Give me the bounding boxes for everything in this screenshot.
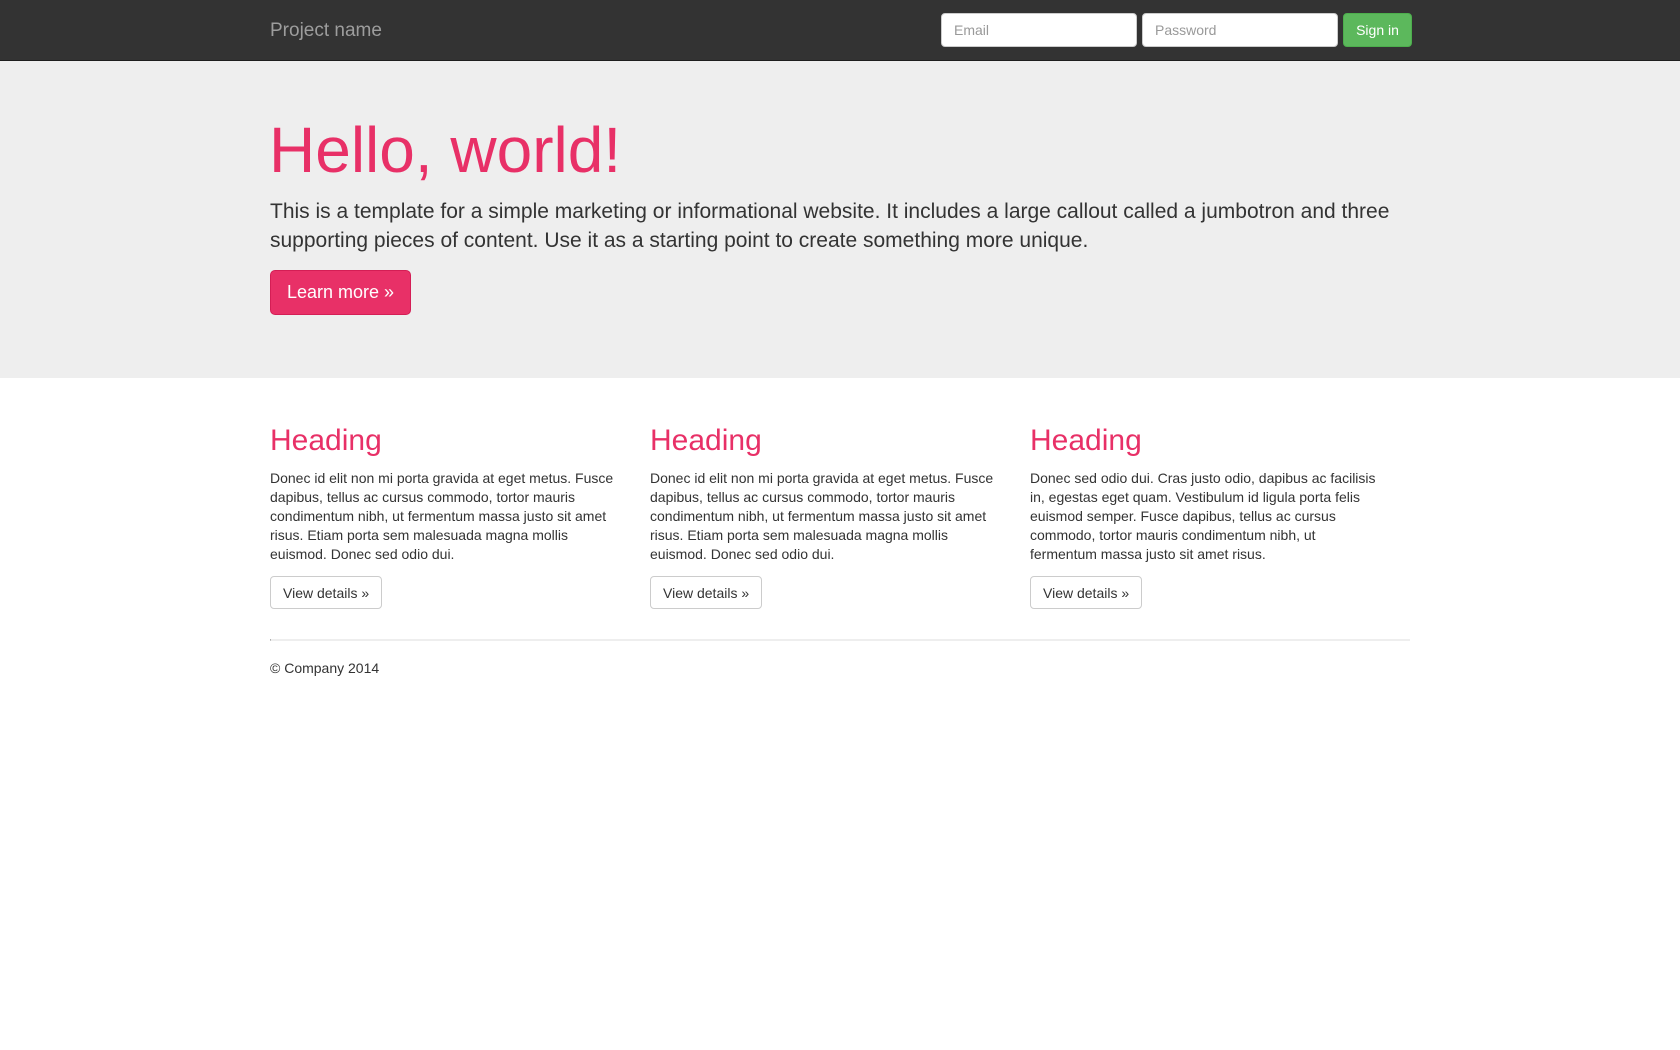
view-details-button[interactable]: View details » bbox=[650, 576, 763, 609]
footer-copyright: © Company 2014 bbox=[270, 660, 380, 676]
view-details-button[interactable]: View details » bbox=[1030, 576, 1143, 609]
jumbotron-title: Hello, world! bbox=[269, 114, 622, 186]
jumbotron-lead: This is a template for a simple marketin… bbox=[270, 200, 1390, 252]
content-column: Heading Donec sed odio dui. Cras justo o… bbox=[1030, 424, 1410, 609]
column-heading: Heading bbox=[270, 424, 382, 457]
column-text: Donec id elit non mi porta gravida at eg… bbox=[270, 470, 614, 562]
content-column: Heading Donec id elit non mi porta gravi… bbox=[650, 424, 1030, 609]
signin-form: Sign in bbox=[941, 13, 1412, 47]
email-input[interactable] bbox=[941, 13, 1137, 47]
top-navbar: Project name Sign in bbox=[0, 0, 1680, 61]
brand-link[interactable]: Project name bbox=[270, 0, 382, 61]
column-text: Donec sed odio dui. Cras justo odio, dap… bbox=[1030, 470, 1376, 562]
password-input[interactable] bbox=[1142, 13, 1338, 47]
column-text: Donec id elit non mi porta gravida at eg… bbox=[650, 470, 994, 562]
column-heading: Heading bbox=[1030, 424, 1142, 457]
column-heading: Heading bbox=[650, 424, 762, 457]
signin-button[interactable]: Sign in bbox=[1343, 13, 1412, 47]
jumbotron: Hello, world! This is a template for a s… bbox=[0, 61, 1680, 378]
view-details-button[interactable]: View details » bbox=[270, 576, 383, 609]
learn-more-button[interactable]: Learn more » bbox=[270, 270, 411, 315]
content-columns: Heading Donec id elit non mi porta gravi… bbox=[270, 424, 1410, 609]
content-column: Heading Donec id elit non mi porta gravi… bbox=[270, 424, 650, 609]
footer-divider bbox=[270, 639, 1410, 641]
